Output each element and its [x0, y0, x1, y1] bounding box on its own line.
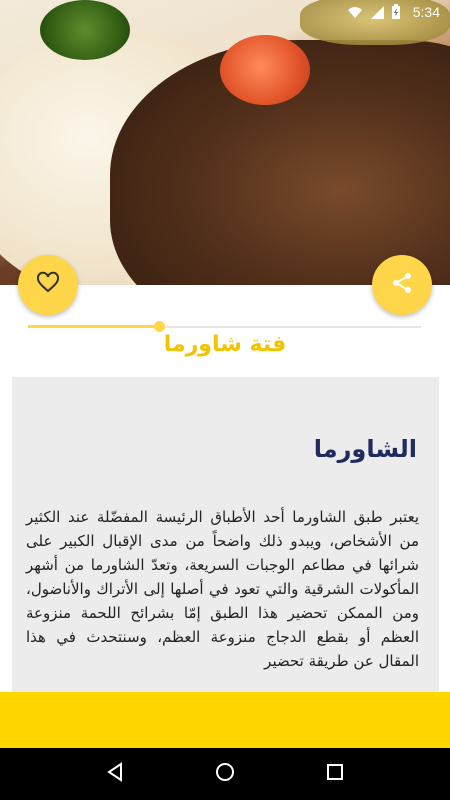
hero-image [0, 0, 450, 285]
battery-charging-icon [391, 4, 407, 20]
recents-icon [324, 761, 346, 787]
back-icon [104, 761, 126, 787]
title-divider-accent [28, 325, 160, 328]
share-icon [390, 271, 414, 299]
back-button[interactable] [95, 754, 135, 794]
home-button[interactable] [205, 754, 245, 794]
heart-outline-icon [36, 271, 60, 299]
recents-button[interactable] [315, 754, 355, 794]
status-bar: 5:34 [0, 0, 450, 24]
recipe-title: فتة شاورما [163, 332, 287, 357]
home-icon [214, 761, 236, 787]
share-button[interactable] [372, 255, 432, 315]
signal-icon [369, 4, 385, 20]
article-body: يعتبر طبق الشاورما أحد الأطباق الرئيسة ا… [26, 508, 419, 670]
tomato-shape [220, 35, 310, 105]
favorite-button[interactable] [18, 255, 78, 315]
system-navigation-bar [0, 748, 450, 800]
article-heading: الشاورما [313, 435, 417, 463]
article-card[interactable]: الشاورما يعتبر طبق الشاورما أحد الأطباق … [12, 377, 439, 707]
status-time: 5:34 [412, 4, 440, 20]
title-divider-dot [154, 321, 165, 332]
wifi-icon [347, 4, 363, 20]
bottom-banner [0, 692, 450, 748]
